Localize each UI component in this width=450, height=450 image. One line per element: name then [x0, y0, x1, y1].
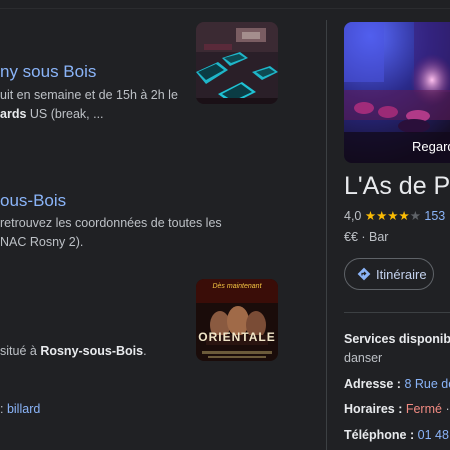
result-4-snippet: : billard — [0, 400, 40, 419]
result-1-thumbnail[interactable] — [196, 22, 278, 104]
result-2-title[interactable]: ous-Bois — [0, 191, 66, 211]
poster-top-text: Dès maintenant — [212, 283, 262, 290]
hours-status[interactable]: Fermé — [406, 402, 442, 416]
place-name: L'As de Pique — [344, 172, 450, 200]
result-1-snippet-line1: uit en semaine et de 15h à 2h le — [0, 88, 178, 102]
services-label: Services disponibles — [344, 332, 450, 346]
address-link[interactable]: 8 Rue des — [404, 377, 450, 391]
result-4-link-billard[interactable]: billard — [7, 402, 40, 416]
rating-stars: ★★★★★ — [365, 209, 421, 223]
result-3-poster-thumbnail[interactable]: Dès maintenant ORIENTALE — [196, 279, 278, 361]
address-key: Adresse : — [344, 377, 405, 391]
price-category: €€ · Bar — [344, 230, 389, 244]
result-3-snippet-bold: Rosny-sous-Bois — [40, 344, 144, 358]
search-results: ny sous Bois uit en semaine et de 15h à … — [0, 0, 326, 450]
result-4-prefix: : — [0, 402, 7, 416]
hours-separator: · — [441, 402, 450, 416]
result-3-snippet-prefix: situé à — [0, 344, 41, 358]
itinerary-label: Itinéraire — [376, 266, 427, 282]
services-label-row: Services disponibles — [344, 332, 450, 346]
directions-icon — [357, 267, 371, 281]
phone-row: Téléphone : 01 48 — [344, 428, 449, 442]
result-1-title[interactable]: ny sous Bois — [0, 62, 96, 82]
result-2-snippet-line1: retrouvez les coordonnées de toutes les — [0, 216, 222, 230]
poster-main-text: ORIENTALE — [198, 330, 276, 344]
phone-link[interactable]: 01 48 — [418, 428, 449, 442]
result-3-snippet-suffix: . — [143, 344, 147, 358]
address-row: Adresse : 8 Rue des — [344, 377, 450, 391]
rating-value: 4,0 — [344, 209, 362, 223]
review-count[interactable]: 153 — [424, 209, 445, 223]
column-divider — [326, 20, 327, 450]
panel-divider — [344, 312, 450, 313]
hours-row: Horaires : Fermé · — [344, 402, 450, 416]
hero-view-label[interactable]: Regarder — [412, 139, 450, 154]
knowledge-panel: Regarder L'As de Pique 4,0 ★★★★★ 153 €€ … — [344, 22, 450, 450]
result-1-snippet-rest: US (break, ... — [26, 107, 104, 121]
itinerary-button[interactable]: Itinéraire — [344, 258, 434, 290]
result-1-snippet-bold: ards — [0, 107, 27, 121]
stars-on: ★★★★ — [364, 209, 410, 223]
star-off: ★ — [409, 209, 421, 223]
hours-key: Horaires : — [344, 402, 406, 416]
services-value: danser — [344, 351, 383, 365]
result-3-snippet: situé à Rosny-sous-Bois. — [0, 342, 147, 361]
result-1-snippet-line2: ards US (break, ... — [0, 105, 104, 124]
result-2-snippet-line2: NAC Rosny 2). — [0, 235, 84, 249]
rating-row: 4,0 ★★★★★ 153 — [344, 208, 445, 223]
phone-key: Téléphone : — [344, 428, 418, 442]
